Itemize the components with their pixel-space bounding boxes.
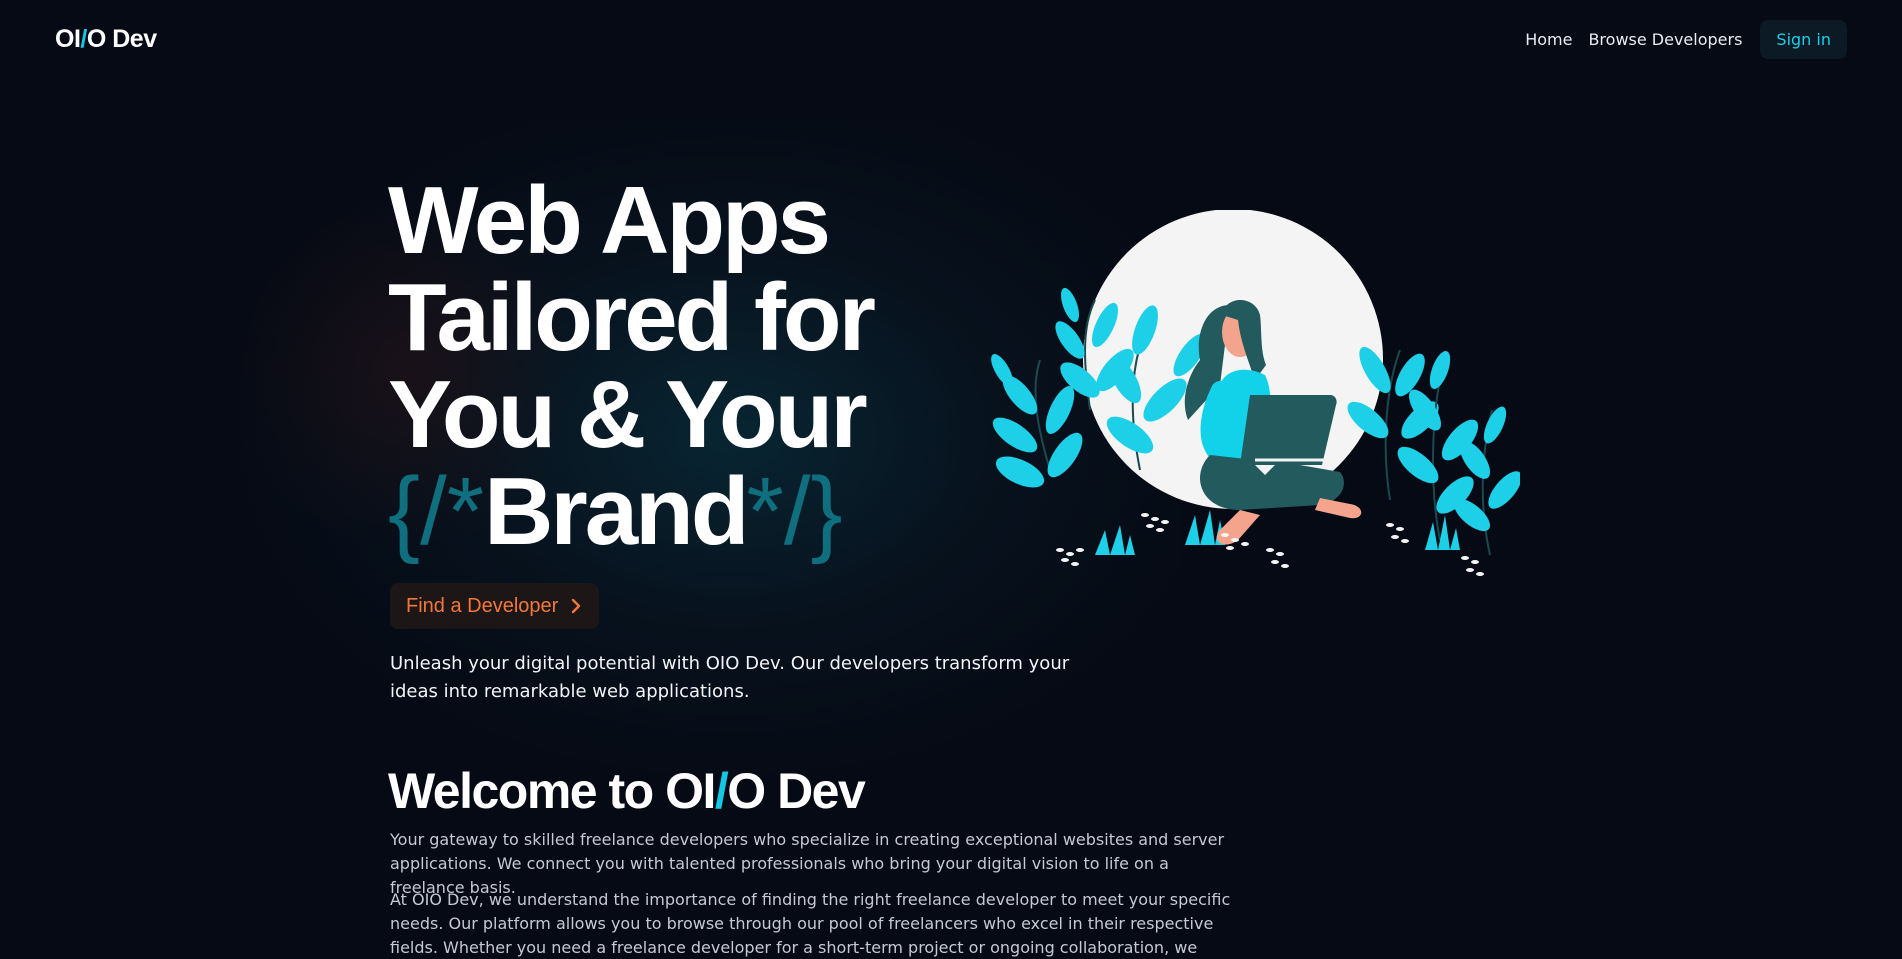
find-developer-label: Find a Developer (406, 594, 559, 617)
hero-title-line1: Web Apps (388, 167, 831, 274)
welcome-suffix: O Dev (727, 763, 866, 819)
nav-link-home[interactable]: Home (1525, 30, 1572, 49)
hero-title-line4: {/*Brand*/} (388, 463, 873, 560)
hero-title-line2: Tailored for (388, 264, 876, 371)
chevron-right-icon (572, 598, 581, 614)
hero-title-brand: Brand (484, 458, 749, 565)
find-developer-button[interactable]: Find a Developer (390, 583, 599, 629)
code-comment-close: */} (746, 458, 843, 565)
logo-prefix: OI (55, 24, 81, 53)
hero-title-line3: You & Your (388, 361, 868, 468)
hero-title: Web Apps Tailored for You & Your {/*Bran… (388, 167, 876, 560)
hero-description: Unleash your digital potential with OIO … (390, 653, 1070, 702)
logo[interactable]: OI/O Dev (55, 25, 157, 54)
welcome-slash: / (714, 763, 729, 819)
welcome-paragraph-2: At OIO Dev, we understand the importance… (390, 890, 1231, 957)
welcome-heading: Welcome to OI/O Dev (388, 762, 866, 820)
code-comment-open: {/* (388, 458, 485, 565)
sign-in-button[interactable]: Sign in (1760, 19, 1847, 59)
nav-links: Home Browse Developers Sign in (1525, 19, 1847, 59)
woman-with-laptop-illustration (991, 210, 1520, 576)
logo-suffix: O Dev (86, 24, 157, 53)
welcome-prefix: Welcome to OI (388, 763, 716, 819)
top-nav: OI/O Dev Home Browse Developers Sign in (0, 0, 1902, 78)
nav-link-browse-developers[interactable]: Browse Developers (1588, 30, 1742, 49)
